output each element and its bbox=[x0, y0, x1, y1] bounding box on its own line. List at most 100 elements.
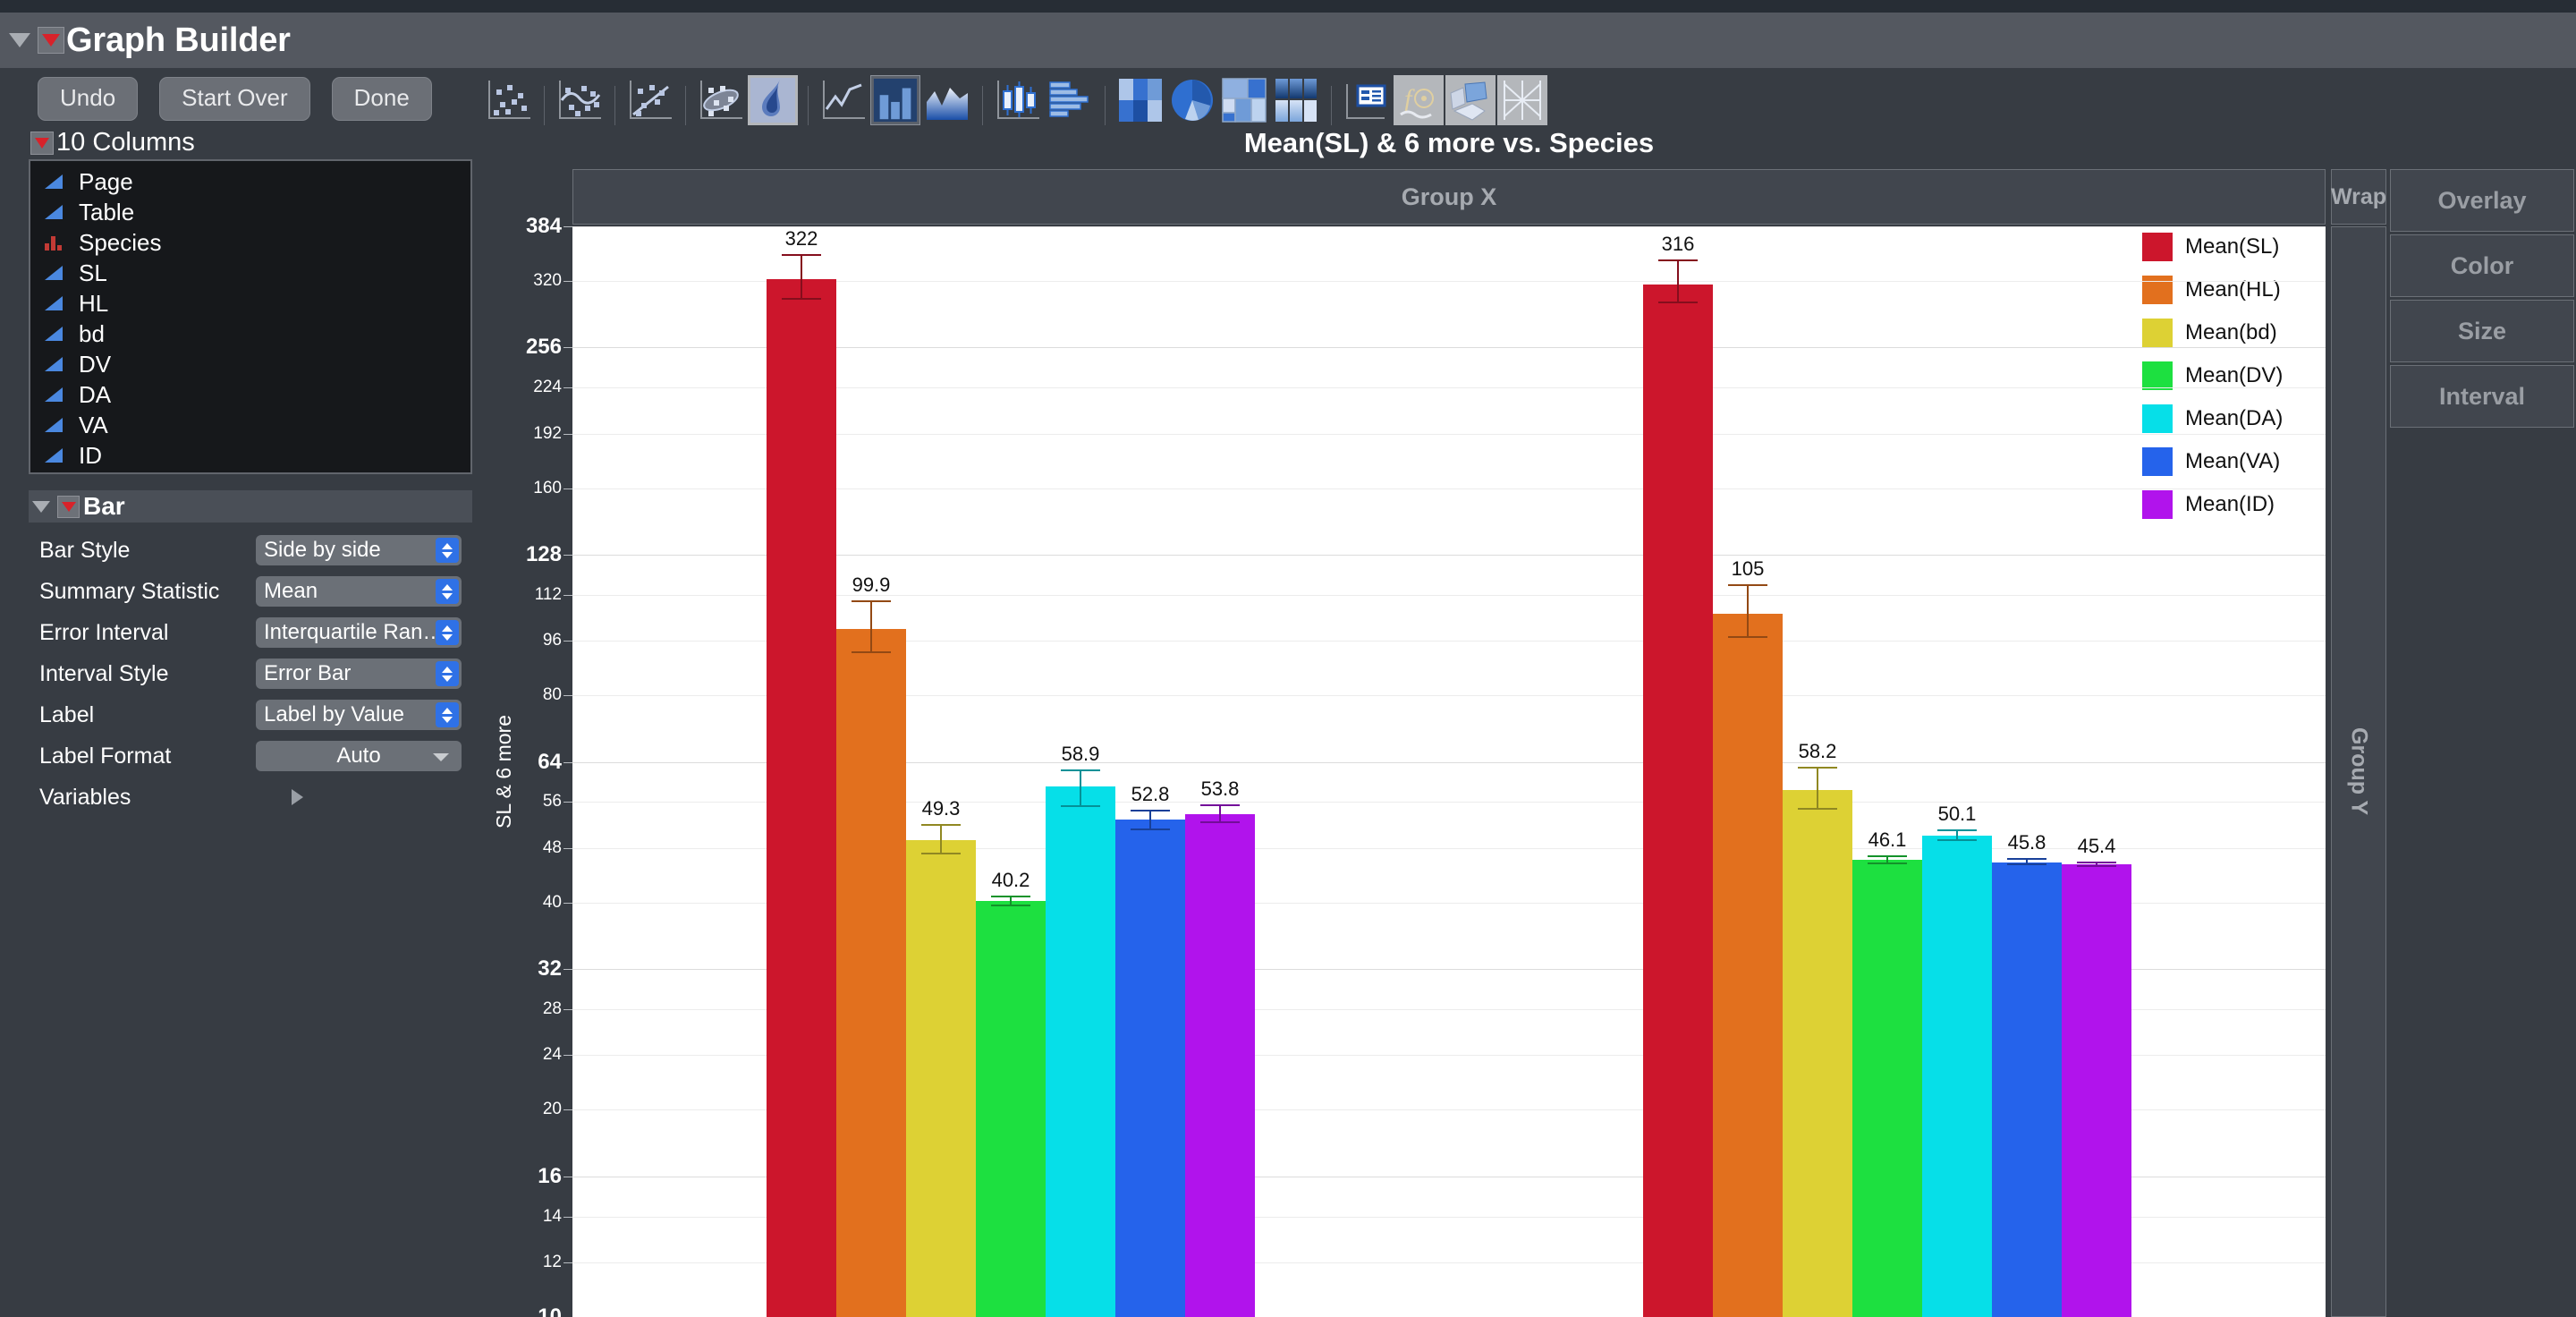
size-dropzone[interactable]: Size bbox=[2390, 300, 2574, 362]
chart-legend[interactable]: Mean(SL)Mean(HL)Mean(bd)Mean(DV)Mean(DA)… bbox=[2142, 229, 2323, 530]
list-item[interactable]: HL bbox=[38, 288, 470, 319]
summary-statistic-value: Mean bbox=[264, 579, 318, 604]
group-y-dropzone[interactable]: Group Y bbox=[2331, 226, 2386, 1317]
legend-item[interactable]: Mean(bd) bbox=[2142, 315, 2323, 351]
toolbar-divider bbox=[685, 86, 686, 125]
legend-item[interactable]: Mean(SL) bbox=[2142, 229, 2323, 265]
bar[interactable] bbox=[976, 901, 1046, 1317]
column-label: SL bbox=[79, 259, 107, 287]
bar[interactable] bbox=[836, 629, 906, 1317]
caption-box-icon[interactable] bbox=[1342, 75, 1392, 125]
parallel-plot-icon[interactable] bbox=[1497, 75, 1547, 125]
plot-area[interactable]: Mean(SL)Mean(HL)Mean(bd)Mean(DV)Mean(DA)… bbox=[572, 226, 2326, 1317]
red-triangle-menu-icon[interactable] bbox=[38, 27, 64, 54]
label-value: Label by Value bbox=[264, 702, 404, 727]
group-x-dropzone[interactable]: Group X bbox=[572, 169, 2326, 225]
list-item[interactable]: DV bbox=[38, 349, 470, 379]
list-item[interactable]: VA bbox=[38, 410, 470, 440]
undo-button[interactable]: Undo bbox=[38, 77, 138, 121]
box-plot-icon[interactable] bbox=[993, 75, 1043, 125]
columns-list[interactable]: Page Table Species SL HL bd DV DA bbox=[29, 159, 472, 474]
treemap-icon[interactable] bbox=[1219, 75, 1269, 125]
bar-panel-header[interactable]: Bar bbox=[29, 490, 472, 523]
color-dropzone[interactable]: Color bbox=[2390, 234, 2574, 297]
legend-item[interactable]: Mean(VA) bbox=[2142, 444, 2323, 480]
y-axis-tick-label: 48 bbox=[543, 838, 562, 858]
heatmap-icon[interactable] bbox=[1115, 75, 1165, 125]
y-axis-tick-mark bbox=[564, 1217, 572, 1218]
option-label: Error Interval bbox=[29, 620, 256, 646]
stepper-icon[interactable] bbox=[436, 579, 459, 604]
legend-item[interactable]: Mean(ID) bbox=[2142, 487, 2323, 523]
mosaic-icon[interactable] bbox=[1271, 75, 1321, 125]
line-icon[interactable] bbox=[818, 75, 869, 125]
area-icon[interactable] bbox=[922, 75, 972, 125]
y-axis[interactable]: 3843202562241921601281129680645648403228… bbox=[501, 226, 572, 1317]
map-shape-icon[interactable] bbox=[1445, 75, 1496, 125]
summary-statistic-select[interactable]: Mean bbox=[256, 576, 462, 607]
legend-label: Mean(DA) bbox=[2185, 406, 2283, 431]
stepper-icon[interactable] bbox=[436, 620, 459, 645]
group-y-label: Group Y bbox=[2346, 727, 2372, 815]
bar[interactable] bbox=[767, 279, 836, 1317]
points-icon[interactable] bbox=[484, 75, 534, 125]
bar[interactable] bbox=[906, 840, 976, 1317]
bar[interactable] bbox=[1115, 820, 1185, 1317]
ellipse-icon[interactable] bbox=[696, 75, 746, 125]
list-item[interactable]: Table bbox=[38, 197, 470, 227]
contour-icon[interactable] bbox=[748, 75, 798, 125]
bar[interactable] bbox=[1046, 786, 1115, 1317]
interval-style-select[interactable]: Error Bar bbox=[256, 658, 462, 689]
bar[interactable] bbox=[2062, 864, 2131, 1317]
error-bar bbox=[1937, 829, 1977, 841]
column-label: bd bbox=[79, 320, 105, 348]
done-button[interactable]: Done bbox=[332, 77, 432, 121]
bar-red-triangle-menu-icon[interactable] bbox=[57, 496, 80, 518]
list-item[interactable]: Page bbox=[38, 166, 470, 197]
bar[interactable] bbox=[1852, 860, 1922, 1317]
bar[interactable] bbox=[1783, 790, 1852, 1317]
toolbar-divider bbox=[1105, 86, 1106, 125]
stepper-icon[interactable] bbox=[436, 538, 459, 563]
bar[interactable] bbox=[1185, 814, 1255, 1317]
list-item[interactable]: ID bbox=[38, 440, 470, 471]
bar[interactable] bbox=[1992, 862, 2062, 1317]
stepper-icon[interactable] bbox=[436, 702, 459, 727]
pie-icon[interactable] bbox=[1167, 75, 1217, 125]
y-axis-tick-mark bbox=[564, 595, 572, 596]
interval-dropzone[interactable]: Interval bbox=[2390, 365, 2574, 428]
bar[interactable] bbox=[1922, 836, 1992, 1317]
continuous-column-icon bbox=[43, 355, 66, 373]
label-format-select[interactable]: Auto bbox=[256, 741, 462, 771]
list-item[interactable]: SL bbox=[38, 258, 470, 288]
chevron-down-icon[interactable] bbox=[433, 753, 449, 761]
list-item[interactable]: bd bbox=[38, 319, 470, 349]
overlay-dropzone[interactable]: Overlay bbox=[2390, 169, 2574, 232]
list-item[interactable]: Species bbox=[38, 227, 470, 258]
label-select[interactable]: Label by Value bbox=[256, 700, 462, 730]
formula-icon[interactable]: f bbox=[1394, 75, 1444, 125]
bar[interactable] bbox=[1643, 285, 1713, 1317]
legend-item[interactable]: Mean(HL) bbox=[2142, 272, 2323, 308]
error-interval-select[interactable]: Interquartile Ran… bbox=[256, 617, 462, 648]
bar[interactable] bbox=[1713, 614, 1783, 1317]
y-axis-tick-label: 384 bbox=[526, 214, 562, 239]
bar-style-select[interactable]: Side by side bbox=[256, 535, 462, 565]
smoother-icon[interactable] bbox=[555, 75, 605, 125]
list-item[interactable]: DA bbox=[38, 379, 470, 410]
stepper-icon[interactable] bbox=[436, 661, 459, 686]
option-row-variables[interactable]: Variables bbox=[29, 777, 476, 818]
columns-red-triangle-menu-icon[interactable] bbox=[30, 132, 54, 155]
disclosure-triangle-icon[interactable] bbox=[9, 33, 30, 47]
start-over-button[interactable]: Start Over bbox=[159, 77, 309, 121]
chevron-right-icon[interactable] bbox=[292, 789, 303, 805]
wrap-dropzone[interactable]: Wrap bbox=[2331, 169, 2386, 225]
continuous-column-icon bbox=[43, 386, 66, 404]
bar-disclosure-triangle-icon[interactable] bbox=[32, 501, 50, 513]
line-of-fit-icon[interactable] bbox=[625, 75, 675, 125]
error-bar bbox=[1658, 259, 1698, 303]
bar-icon[interactable] bbox=[870, 75, 920, 125]
histogram-icon[interactable] bbox=[1045, 75, 1095, 125]
legend-item[interactable]: Mean(DA) bbox=[2142, 401, 2323, 437]
legend-label: Mean(bd) bbox=[2185, 320, 2277, 345]
